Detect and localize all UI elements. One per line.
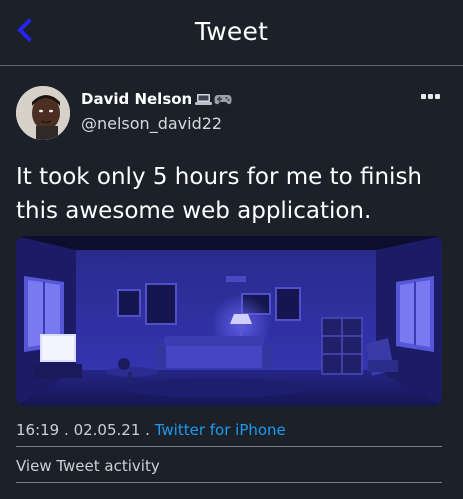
- meta-separator: .: [145, 421, 150, 439]
- avatar[interactable]: [16, 86, 70, 140]
- tweet-source-link[interactable]: Twitter for iPhone: [155, 421, 286, 439]
- living-room-illustration: [16, 236, 442, 406]
- tweet-date: 02.05.21: [73, 421, 141, 439]
- more-dots-icon-dot: [428, 94, 433, 99]
- author-display-name[interactable]: David Nelson: [81, 90, 192, 108]
- view-tweet-activity-link[interactable]: View Tweet activity: [16, 457, 160, 475]
- game-controller-emoji-icon: [214, 94, 232, 104]
- tweet-media-image[interactable]: [16, 236, 442, 406]
- more-dots-icon: [421, 94, 426, 99]
- profile-photo: [16, 86, 70, 140]
- author-name-row: David Nelson: [81, 90, 232, 108]
- tweet-meta: 16:19 . 02.05.21 . Twitter for iPhone: [16, 421, 286, 439]
- author-handle[interactable]: @nelson_david22: [81, 114, 222, 133]
- tweet-text: It took only 5 hours for me to finish th…: [16, 164, 423, 224]
- laptop-emoji-icon: [195, 93, 213, 105]
- page-title: Tweet: [194, 17, 269, 46]
- meta-separator: .: [64, 421, 69, 439]
- tweet-time: 16:19: [16, 421, 60, 439]
- author-badges: [195, 93, 232, 106]
- more-options-button[interactable]: [421, 94, 443, 102]
- divider: [16, 446, 442, 447]
- app-header: Tweet: [0, 0, 463, 66]
- more-dots-icon-dot: [435, 94, 440, 99]
- divider: [16, 482, 442, 483]
